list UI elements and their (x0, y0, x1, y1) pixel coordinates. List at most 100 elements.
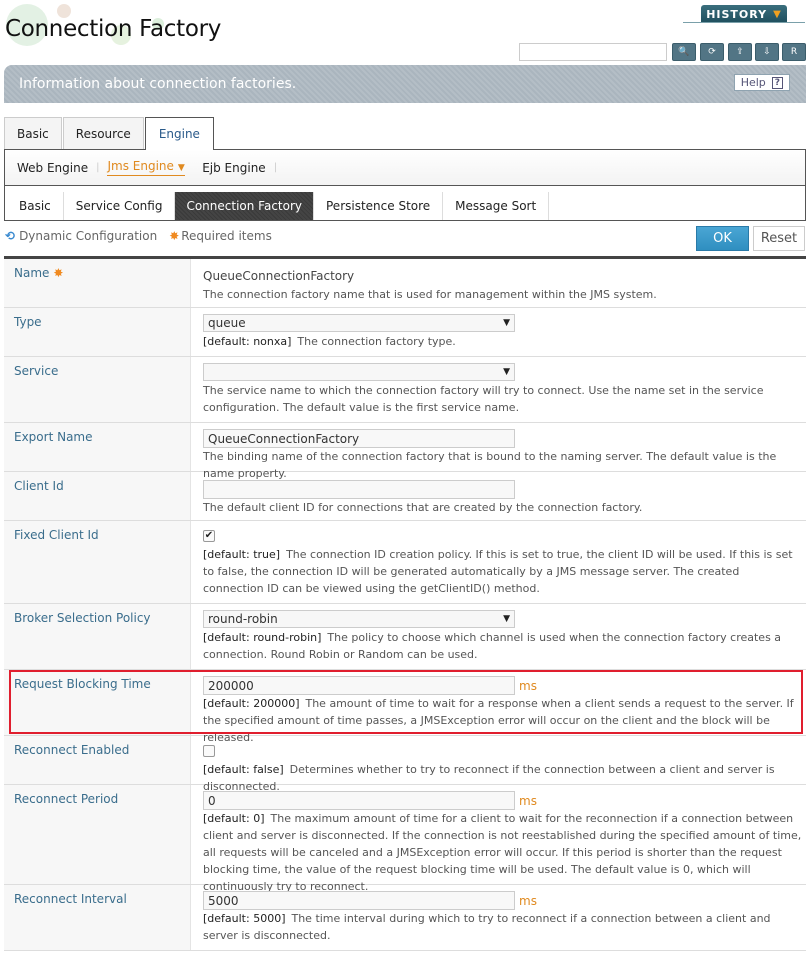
divider: | (273, 162, 278, 173)
field-label: Broker Selection Policy (4, 604, 191, 669)
field-description: [default: 0] The maximum amount of time f… (203, 810, 802, 895)
row-fixed-client-id: Fixed Client Id ✔ [default: true] The con… (4, 521, 806, 604)
search-input[interactable] (519, 43, 667, 61)
field-description: The connection factory name that is used… (203, 288, 657, 301)
unit-label: ms (519, 893, 537, 908)
default-value: [default: true] (203, 548, 281, 561)
default-value: [default: 0] (203, 812, 265, 825)
reset-button[interactable]: Reset (753, 226, 805, 251)
subtab-basic[interactable]: Basic (5, 192, 64, 220)
chevron-down-icon: ▼ (773, 8, 782, 20)
jms-subtabs: Basic Service Config Connection Factory … (4, 186, 806, 221)
broker-policy-select[interactable]: round-robin ▼ (203, 610, 515, 628)
caret-down-icon: ▼ (177, 163, 185, 173)
request-blocking-time-input[interactable] (203, 676, 515, 695)
dropdown-arrow-icon: ▼ (503, 614, 510, 624)
help-icon: ? (771, 76, 783, 89)
subnav-web-engine[interactable]: Web Engine (17, 161, 88, 175)
ok-button[interactable]: OK (696, 226, 749, 251)
field-label: Reconnect Interval (4, 885, 191, 950)
search-icon[interactable]: 🔍 (672, 43, 696, 61)
history-divider (683, 22, 805, 23)
dropdown-arrow-icon: ▼ (503, 367, 510, 377)
field-label: Name ✸ (4, 259, 191, 307)
subtab-message-sort[interactable]: Message Sort (443, 192, 550, 220)
row-request-blocking-time: Request Blocking Time ms [default: 20000… (4, 670, 806, 744)
field-description: The default client ID for connections th… (203, 501, 643, 514)
legend: ⟲ Dynamic Configuration ✸ Required items (5, 229, 272, 243)
refresh-icon[interactable]: ⟳ (700, 43, 724, 61)
reconnect-interval-input[interactable] (203, 891, 515, 910)
field-label: Reconnect Period (4, 785, 191, 884)
field-description: [default: 5000] The time interval during … (203, 910, 802, 944)
row-client-id: Client Id The default client ID for conn… (4, 472, 806, 521)
row-reconnect-interval: Reconnect Interval ms [default: 5000]The… (4, 885, 806, 951)
field-label: Request Blocking Time (4, 670, 191, 735)
history-button[interactable]: HISTORY ▼ (701, 5, 787, 23)
unit-label: ms (519, 793, 537, 808)
subnav-jms-label: Jms Engine (107, 159, 174, 173)
engine-subnav: Web Engine | Jms Engine▼ | Ejb Engine | (4, 149, 806, 186)
field-description: [default: nonxa] The connection factory t… (203, 333, 802, 350)
row-reconnect-period: Reconnect Period ms [default: 0]The maxi… (4, 785, 806, 893)
desc-text: The connection factory type. (297, 335, 456, 348)
field-label: Fixed Client Id (4, 521, 191, 603)
xml-import-icon[interactable]: ⇩ (755, 43, 779, 61)
legend-dynamic: Dynamic Configuration (19, 229, 158, 243)
subtab-connection-factory[interactable]: Connection Factory (175, 192, 313, 220)
subtab-persistence-store[interactable]: Persistence Store (313, 192, 444, 220)
reconnect-enabled-checkbox[interactable] (203, 745, 215, 757)
desc-text: The time interval during which to try to… (203, 912, 771, 942)
row-reconnect-enabled: Reconnect Enabled [default: false] Determ… (4, 736, 806, 793)
type-select[interactable]: queue ▼ (203, 314, 515, 332)
default-value: [default: 200000] (203, 697, 300, 710)
xml-export-icon[interactable]: ⇪ (728, 43, 752, 61)
help-button[interactable]: Help ? (733, 74, 790, 91)
row-broker-selection-policy: Broker Selection Policy round-robin ▼ [de… (4, 604, 806, 670)
tab-basic[interactable]: Basic (4, 117, 62, 149)
tab-engine[interactable]: Engine (144, 117, 214, 150)
name-value: QueueConnectionFactory (203, 269, 355, 283)
label-text: Name (14, 266, 50, 280)
divider: | (96, 162, 100, 173)
report-icon[interactable]: R (782, 43, 806, 61)
field-label: Reconnect Enabled (4, 736, 191, 784)
subnav-ejb-engine[interactable]: Ejb Engine (202, 161, 265, 175)
dynamic-config-icon: ⟲ (5, 229, 16, 243)
config-form: Name ✸ QueueConnectionFactory The connect… (4, 256, 806, 951)
row-service: Service ▼ The service name to which the … (4, 357, 806, 423)
fixed-client-id-checkbox[interactable]: ✔ (203, 530, 215, 542)
desc-text: The connection ID creation policy. If th… (203, 548, 793, 595)
client-id-input[interactable] (203, 480, 515, 499)
field-description: [default: true] The connection ID creatio… (203, 546, 802, 597)
info-bar: Information about connection factories. … (4, 65, 806, 103)
row-export-name: Export Name The binding name of the conn… (4, 423, 806, 480)
field-label: Export Name (4, 423, 191, 471)
legend-required: Required items (181, 229, 272, 243)
service-select[interactable]: ▼ (203, 363, 515, 381)
default-value: [default: 5000] (203, 912, 286, 925)
row-type: Type queue ▼ [default: nonxa] The connecti… (4, 308, 806, 357)
field-label: Service (4, 357, 191, 422)
default-value: [default: round-robin] (203, 631, 322, 644)
field-label: Client Id (4, 472, 191, 520)
field-description: The service name to which the connection… (203, 384, 764, 414)
row-name: Name ✸ QueueConnectionFactory The connect… (4, 259, 806, 308)
required-icon: ✸ (169, 229, 180, 243)
export-name-input[interactable] (203, 429, 515, 448)
field-description: [default: round-robin] The policy to choo… (203, 629, 802, 663)
unit-label: ms (519, 678, 537, 693)
tab-resource[interactable]: Resource (62, 117, 144, 149)
default-value: [default: false] (203, 763, 284, 776)
dropdown-arrow-icon: ▼ (503, 318, 510, 328)
info-text: Information about connection factories. (19, 76, 297, 92)
subtab-service-config[interactable]: Service Config (64, 192, 176, 220)
select-value: round-robin (208, 612, 278, 626)
reconnect-period-input[interactable] (203, 791, 515, 810)
main-tabs: Basic Resource Engine (4, 117, 215, 150)
desc-text: The maximum amount of time for a client … (203, 812, 802, 893)
help-label: Help (740, 76, 766, 89)
select-value: queue (208, 316, 246, 330)
subnav-jms-engine[interactable]: Jms Engine ▼ (107, 159, 185, 176)
history-label: HISTORY (706, 7, 768, 21)
